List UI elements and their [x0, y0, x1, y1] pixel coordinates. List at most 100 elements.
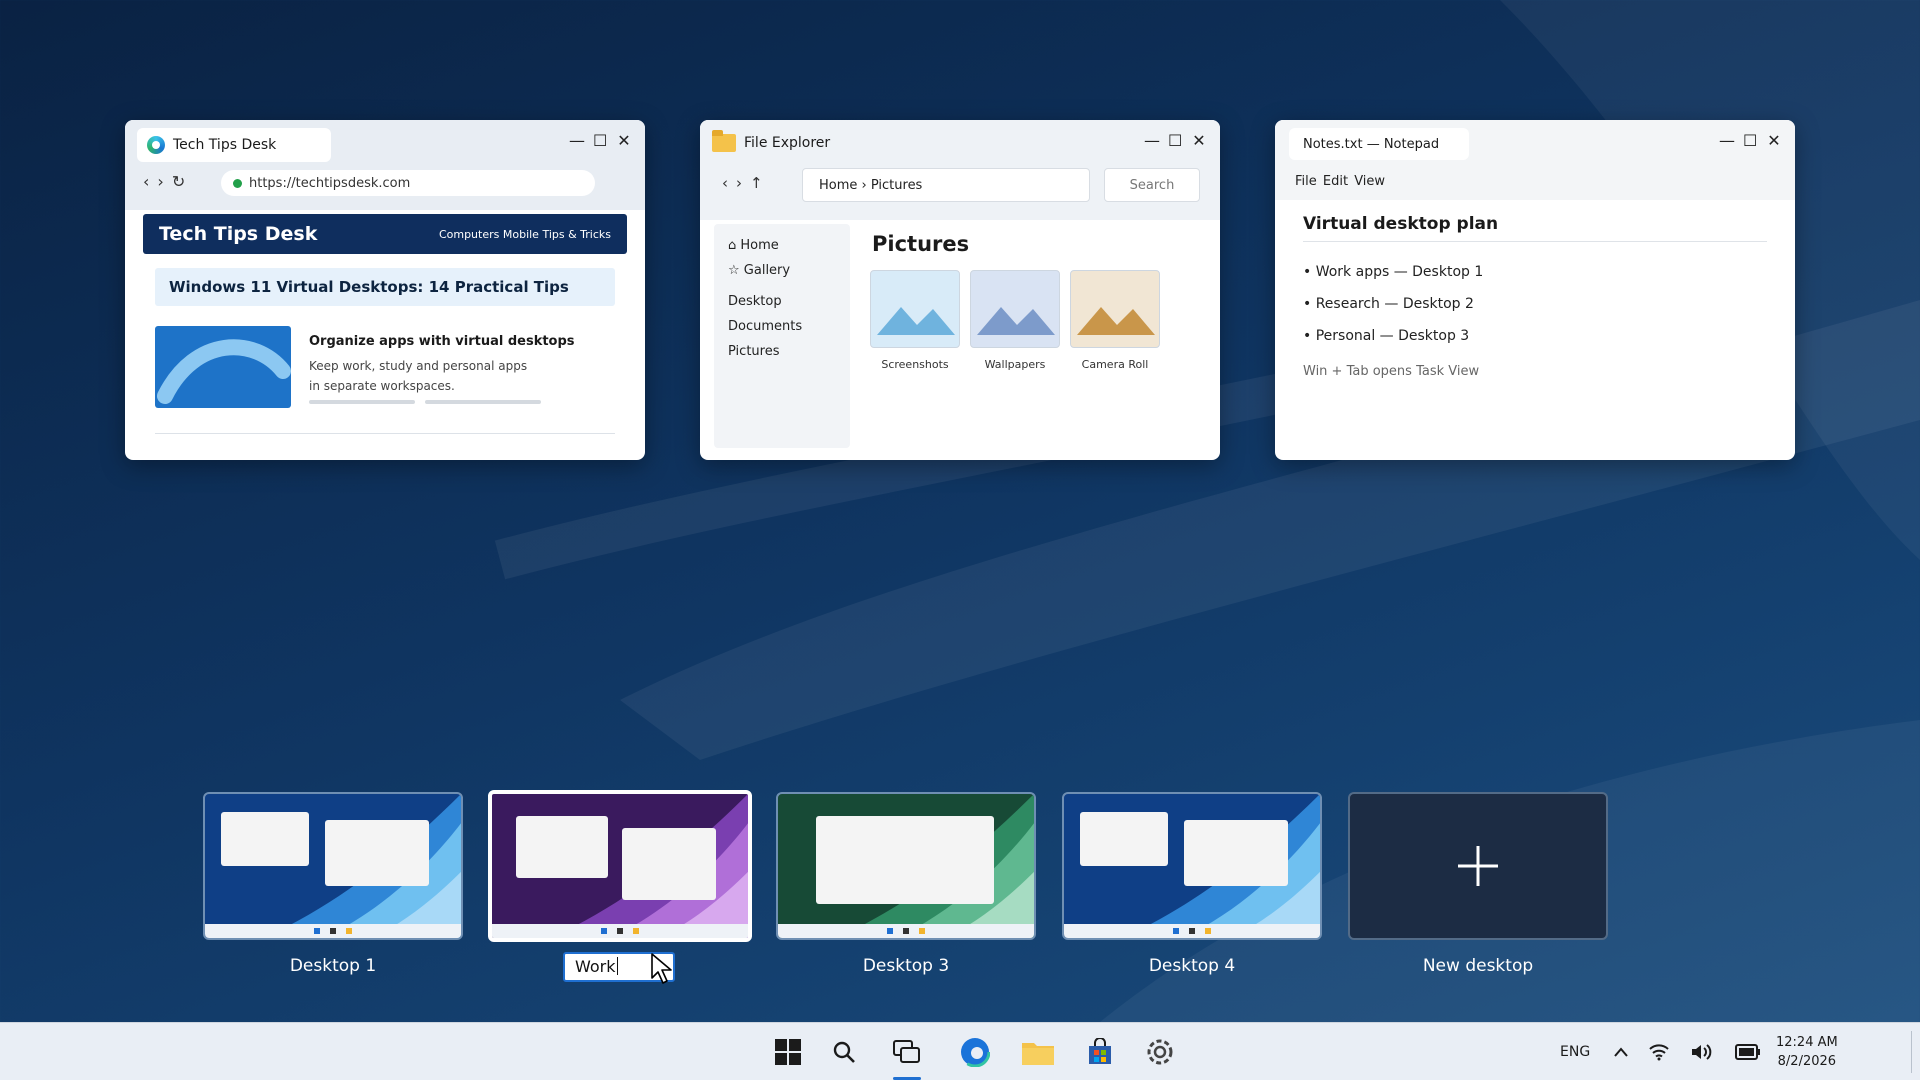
image-icon: [970, 270, 1060, 348]
mini-taskbar: [1064, 924, 1320, 938]
maximize-icon[interactable]: ☐: [1168, 132, 1182, 150]
address-bar[interactable]: https://techtipsdesk.com: [221, 170, 595, 196]
browser-window[interactable]: Tech Tips Desk — ☐ ✕ ‹ › ↻ https://techt…: [125, 120, 645, 460]
desktop-thumbnail-3[interactable]: [776, 792, 1036, 940]
start-icon[interactable]: [771, 1035, 805, 1069]
desktop-thumbnail-2[interactable]: [488, 790, 752, 942]
window-controls: — ☐ ✕: [569, 132, 631, 150]
card-heading[interactable]: Organize apps with virtual desktops: [309, 334, 575, 349]
card-body: Keep work, study and personal apps in se…: [309, 356, 559, 396]
explorer-titlebar: File Explorer — ☐ ✕ ‹ › ↑ Home › Picture…: [700, 120, 1220, 220]
notepad-tab[interactable]: Notes.txt — Notepad: [1289, 128, 1469, 160]
placeholder-line: [309, 400, 415, 404]
notepad-window[interactable]: Notes.txt — Notepad — ☐ ✕ File Edit View…: [1275, 120, 1795, 460]
window-preview: [516, 816, 608, 878]
maximize-icon[interactable]: ☐: [1743, 132, 1757, 150]
settings-icon[interactable]: [1143, 1035, 1177, 1069]
clock-time: 12:24 AM: [1776, 1035, 1838, 1050]
desktop-label-3[interactable]: Desktop 3: [776, 956, 1036, 976]
desktop-label-4[interactable]: Desktop 4: [1062, 956, 1322, 976]
browser-nav: ‹ › ↻: [143, 172, 185, 191]
store-icon[interactable]: [1083, 1035, 1117, 1069]
back-icon[interactable]: ‹: [722, 174, 728, 192]
folder-name: Wallpapers: [984, 358, 1046, 371]
sidebar-item-documents[interactable]: Documents: [728, 319, 836, 334]
search-input[interactable]: Search: [1104, 168, 1200, 202]
forward-icon[interactable]: ›: [157, 172, 163, 191]
window-preview: [1184, 820, 1288, 886]
address-bar[interactable]: Home › Pictures: [802, 168, 1090, 202]
window-preview: [622, 828, 716, 900]
image-icon: [870, 270, 960, 348]
site-header: Tech Tips Desk Computers Mobile Tips & T…: [143, 214, 627, 254]
language-indicator[interactable]: ENG: [1560, 1023, 1590, 1080]
browser-titlebar: Tech Tips Desk — ☐ ✕ ‹ › ↻ https://techt…: [125, 120, 645, 210]
explorer-window[interactable]: File Explorer — ☐ ✕ ‹ › ↑ Home › Picture…: [700, 120, 1220, 460]
window-preview: [1080, 812, 1168, 866]
sidebar-item-desktop[interactable]: Desktop: [728, 294, 836, 309]
sidebar-item-pictures[interactable]: Pictures: [728, 344, 836, 359]
site-tagline: Computers Mobile Tips & Tricks: [438, 227, 611, 241]
maximize-icon[interactable]: ☐: [593, 132, 607, 150]
folder-camera-roll[interactable]: Camera Roll: [1070, 270, 1160, 371]
desktop-thumbnail-1[interactable]: [203, 792, 463, 940]
battery-icon[interactable]: [1735, 1023, 1761, 1080]
search-icon[interactable]: [827, 1035, 861, 1069]
show-desktop-button[interactable]: [1911, 1031, 1912, 1073]
minimize-icon[interactable]: —: [569, 132, 585, 150]
minimize-icon[interactable]: —: [1719, 132, 1735, 150]
secure-icon: [233, 179, 242, 188]
edge-icon[interactable]: [958, 1035, 992, 1069]
close-icon[interactable]: ✕: [617, 132, 631, 150]
folder-heading: Pictures: [872, 232, 970, 256]
note-hint: Win + Tab opens Task View: [1303, 364, 1480, 379]
back-icon[interactable]: ‹: [143, 172, 149, 191]
up-icon[interactable]: ↑: [750, 174, 763, 192]
sidebar-item-gallery[interactable]: ☆ Gallery: [728, 263, 836, 278]
text-caret: [616, 957, 618, 975]
refresh-icon[interactable]: ↻: [172, 172, 185, 191]
notepad-menu[interactable]: File Edit View: [1295, 174, 1385, 189]
wifi-icon[interactable]: [1648, 1023, 1670, 1080]
chevron-up-icon[interactable]: [1614, 1023, 1628, 1080]
volume-icon[interactable]: [1690, 1023, 1712, 1080]
card-body-line: Keep work, study and personal apps: [309, 359, 528, 373]
folder-wallpapers[interactable]: Wallpapers: [970, 270, 1060, 371]
site-title[interactable]: Tech Tips Desk: [159, 223, 317, 245]
explorer-nav: ‹ › ↑: [722, 174, 763, 192]
task-view-icon[interactable]: [890, 1035, 924, 1069]
clock[interactable]: 12:24 AM 8/2/2026: [1776, 1033, 1838, 1071]
article-title[interactable]: Windows 11 Virtual Desktops: 14 Practica…: [155, 268, 615, 306]
folder-name: Screenshots: [881, 358, 949, 371]
new-desktop-label[interactable]: New desktop: [1348, 956, 1608, 976]
file-explorer-icon[interactable]: [1021, 1035, 1055, 1069]
edge-icon: [147, 136, 165, 154]
window-preview: [816, 816, 994, 904]
sidebar-item-home[interactable]: ⌂ Home: [728, 238, 836, 253]
mini-taskbar: [492, 924, 748, 938]
folder-icon: [712, 130, 736, 152]
desktop-label-1[interactable]: Desktop 1: [203, 956, 463, 976]
forward-icon[interactable]: ›: [736, 174, 742, 192]
minimize-icon[interactable]: —: [1144, 132, 1160, 150]
note-list: • Work apps — Desktop 1 • Research — Des…: [1303, 256, 1483, 352]
url-text: https://techtipsdesk.com: [249, 175, 411, 191]
window-preview: [221, 812, 309, 866]
folder-screenshots[interactable]: Screenshots: [870, 270, 960, 371]
window-controls: — ☐ ✕: [1719, 132, 1781, 150]
close-icon[interactable]: ✕: [1767, 132, 1781, 150]
desktop-thumbnail-4[interactable]: [1062, 792, 1322, 940]
close-icon[interactable]: ✕: [1192, 132, 1206, 150]
browser-tab-title: Tech Tips Desk: [173, 137, 277, 153]
article-image: [155, 326, 291, 408]
browser-tab[interactable]: Tech Tips Desk: [137, 128, 331, 162]
mini-taskbar: [205, 924, 461, 938]
mouse-cursor-icon: [651, 953, 672, 984]
notepad-titlebar: Notes.txt — Notepad — ☐ ✕ File Edit View: [1275, 120, 1795, 200]
new-desktop-button[interactable]: [1348, 792, 1608, 940]
note-heading: Virtual desktop plan: [1303, 214, 1499, 234]
list-item: • Research — Desktop 2: [1303, 296, 1474, 312]
window-controls: — ☐ ✕: [1144, 132, 1206, 150]
mini-taskbar: [778, 924, 1034, 938]
window-preview: [325, 820, 429, 886]
